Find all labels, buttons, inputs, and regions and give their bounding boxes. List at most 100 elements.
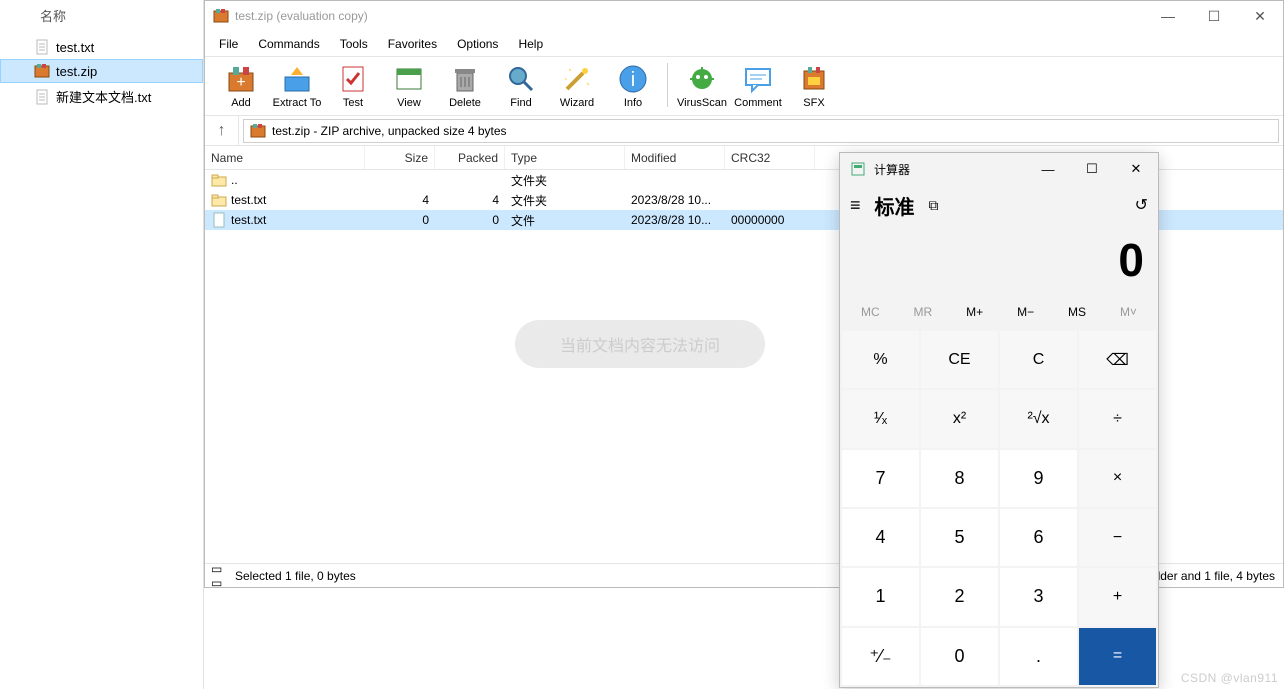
cell-crc: 00000000 xyxy=(725,213,815,227)
calc-key-x²[interactable]: x² xyxy=(921,390,998,447)
toolbar-test[interactable]: Test xyxy=(325,61,381,111)
calc-key-0[interactable]: 0 xyxy=(921,628,998,685)
calc-mem-mc: MC xyxy=(853,301,888,323)
calc-key-9[interactable]: 9 xyxy=(1000,450,1077,507)
watermark: CSDN @vlan911 xyxy=(1181,671,1278,685)
explorer-item[interactable]: 新建文本文档.txt xyxy=(0,83,203,110)
toolbar-delete[interactable]: Delete xyxy=(437,61,493,111)
status-left: Selected 1 file, 0 bytes xyxy=(235,569,356,583)
svg-text:+: + xyxy=(236,74,245,91)
toolbar-virusscan[interactable]: VirusScan xyxy=(674,61,730,111)
explorer-item-label: 新建文本文档.txt xyxy=(56,87,151,106)
text-file-icon xyxy=(34,39,50,55)
menu-commands[interactable]: Commands xyxy=(250,34,327,54)
menu-favorites[interactable]: Favorites xyxy=(380,34,445,54)
toolbar-add[interactable]: + Add xyxy=(213,61,269,111)
maximize-button[interactable]: ☐ xyxy=(1191,1,1237,31)
close-button[interactable]: ✕ xyxy=(1237,1,1283,31)
winrar-titlebar[interactable]: test.zip (evaluation copy) — ☐ ✕ xyxy=(205,1,1283,31)
cell-type: 文件夹 xyxy=(505,192,625,209)
calc-key-²√x[interactable]: ²√x xyxy=(1000,390,1077,447)
col-crc[interactable]: CRC32 xyxy=(725,146,815,169)
menu-file[interactable]: File xyxy=(211,34,246,54)
calc-key-=[interactable]: = xyxy=(1079,628,1156,685)
menu-help[interactable]: Help xyxy=(510,34,551,54)
calc-mode-bar: ≡ 标准 ⧉ ↺ xyxy=(840,185,1158,225)
calc-key-6[interactable]: 6 xyxy=(1000,509,1077,566)
rar-icon xyxy=(250,123,266,139)
calc-key-8[interactable]: 8 xyxy=(921,450,998,507)
toolbar-find[interactable]: Find xyxy=(493,61,549,111)
history-icon[interactable]: ↺ xyxy=(1135,195,1148,215)
toolbar-info[interactable]: i Info xyxy=(605,61,661,111)
calc-key-⌫[interactable]: ⌫ xyxy=(1079,331,1156,388)
hamburger-icon[interactable]: ≡ xyxy=(850,195,861,216)
calc-key-−[interactable]: − xyxy=(1079,509,1156,566)
menu-tools[interactable]: Tools xyxy=(332,34,376,54)
toolbar-sfx[interactable]: SFX xyxy=(786,61,842,111)
calc-mem-m+[interactable]: M+ xyxy=(958,301,991,323)
explorer-item[interactable]: test.zip xyxy=(0,59,203,83)
add-icon: + xyxy=(225,63,257,95)
toolbar-view[interactable]: View xyxy=(381,61,437,111)
cell-modified: 2023/8/28 10... xyxy=(625,213,725,227)
calc-key-+[interactable]: + xyxy=(1079,568,1156,625)
calc-mode-label: 标准 xyxy=(875,191,915,220)
toolbar-label: VirusScan xyxy=(677,97,727,109)
calc-key-3[interactable]: 3 xyxy=(1000,568,1077,625)
toolbar: + Add Extract ToTestViewDeleteFind Wizard iI… xyxy=(205,57,1283,116)
explorer-item[interactable]: test.txt xyxy=(0,35,203,59)
calc-key-⁺⁄₋[interactable]: ⁺⁄₋ xyxy=(842,628,919,685)
toolbar-label: Wizard xyxy=(560,97,594,109)
up-button[interactable]: ↑ xyxy=(205,116,239,145)
svg-text:i: i xyxy=(631,69,635,91)
cell-modified: 2023/8/28 10... xyxy=(625,193,725,207)
calc-key-×[interactable]: × xyxy=(1079,450,1156,507)
toolbar-separator xyxy=(667,63,668,107)
pin-icon[interactable]: ⧉ xyxy=(929,197,939,214)
calc-close-button[interactable]: ✕ xyxy=(1114,153,1158,185)
comment-icon xyxy=(742,63,774,95)
calc-memory-bar: MCMRM+M−MSM˅ xyxy=(840,295,1158,329)
calc-key-1[interactable]: 1 xyxy=(842,568,919,625)
col-packed[interactable]: Packed xyxy=(435,146,505,169)
cell-type: 文件 xyxy=(505,212,625,229)
calc-key-%[interactable]: % xyxy=(842,331,919,388)
calc-maximize-button[interactable]: ☐ xyxy=(1070,153,1114,185)
calc-key-¹⁄ₓ[interactable]: ¹⁄ₓ xyxy=(842,390,919,447)
toolbar-extract-to[interactable]: Extract To xyxy=(269,61,325,111)
col-size[interactable]: Size xyxy=(365,146,435,169)
toolbar-comment[interactable]: Comment xyxy=(730,61,786,111)
calc-mem-mr: MR xyxy=(906,301,941,323)
toolbar-label: Add xyxy=(231,97,251,109)
explorer-header: 名称 xyxy=(0,0,203,31)
calc-titlebar[interactable]: 计算器 — ☐ ✕ xyxy=(840,153,1158,185)
cell-size: 0 xyxy=(365,213,435,227)
calc-key-.[interactable]: . xyxy=(1000,628,1077,685)
calc-key-7[interactable]: 7 xyxy=(842,450,919,507)
col-name[interactable]: Name xyxy=(205,146,365,169)
cell-type: 文件夹 xyxy=(505,172,625,189)
menu-options[interactable]: Options xyxy=(449,34,506,54)
calc-key-4[interactable]: 4 xyxy=(842,509,919,566)
calc-key-5[interactable]: 5 xyxy=(921,509,998,566)
toolbar-label: Info xyxy=(624,97,642,109)
disk-icon: ▭ ▭ xyxy=(211,568,227,584)
window-title: test.zip (evaluation copy) xyxy=(235,9,368,23)
path-box[interactable]: test.zip - ZIP archive, unpacked size 4 … xyxy=(243,119,1279,143)
minimize-button[interactable]: — xyxy=(1145,1,1191,31)
col-modified[interactable]: Modified xyxy=(625,146,725,169)
calc-mem-ms[interactable]: MS xyxy=(1060,301,1094,323)
calc-key-÷[interactable]: ÷ xyxy=(1079,390,1156,447)
calc-key-2[interactable]: 2 xyxy=(921,568,998,625)
toolbar-label: Comment xyxy=(734,97,782,109)
col-type[interactable]: Type xyxy=(505,146,625,169)
folder-icon xyxy=(211,192,227,208)
toolbar-wizard[interactable]: Wizard xyxy=(549,61,605,111)
overlay-pill: 当前文档内容无法访问 xyxy=(515,320,765,368)
calc-mem-m−[interactable]: M− xyxy=(1009,301,1042,323)
calc-key-CE[interactable]: CE xyxy=(921,331,998,388)
calc-key-C[interactable]: C xyxy=(1000,331,1077,388)
virus-icon xyxy=(686,63,718,95)
calc-minimize-button[interactable]: — xyxy=(1026,153,1070,185)
